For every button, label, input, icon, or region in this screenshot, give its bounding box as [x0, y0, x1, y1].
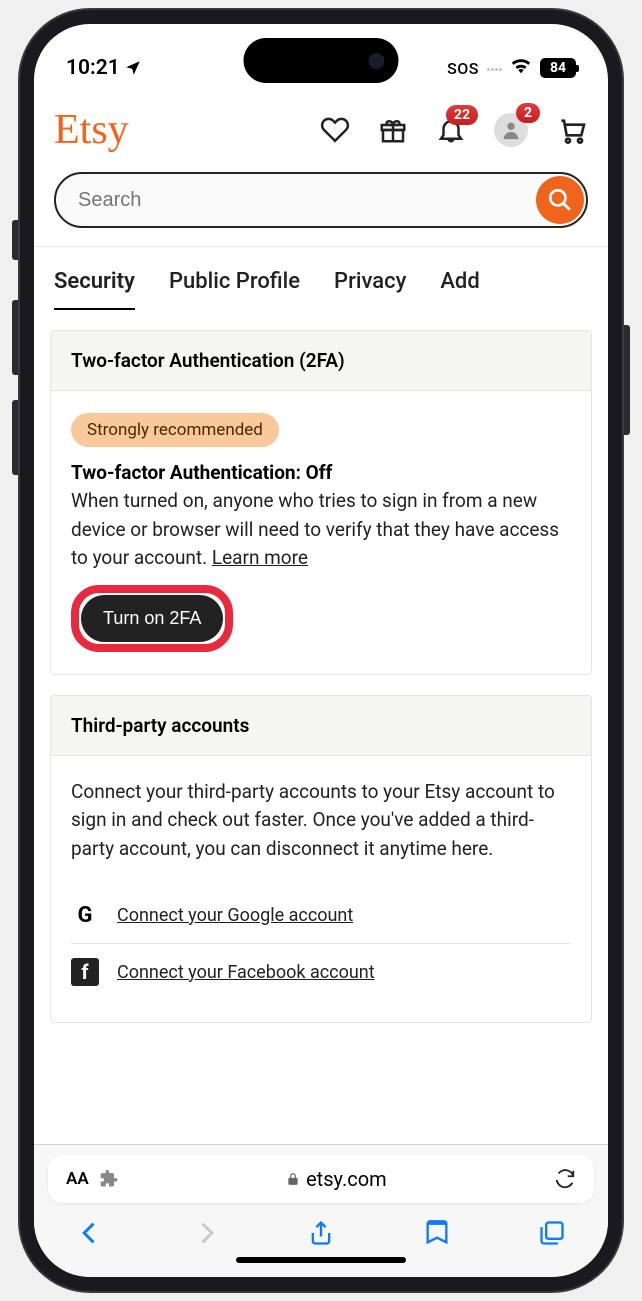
phone-frame: 10:21 SOS 84 Etsy — [20, 10, 622, 1291]
cart-button[interactable] — [556, 114, 588, 146]
connect-google-link[interactable]: Connect your Google account — [117, 905, 353, 926]
connect-facebook-link[interactable]: Connect your Facebook account — [117, 962, 375, 983]
tab-privacy[interactable]: Privacy — [334, 269, 406, 310]
settings-tabs: Security Public Profile Privacy Add — [34, 247, 608, 310]
search-button[interactable] — [536, 176, 584, 224]
notifications-badge: 22 — [446, 105, 478, 125]
content-area: Security Public Profile Privacy Add Two-… — [34, 246, 608, 1144]
bookmarks-button[interactable] — [423, 1219, 451, 1247]
connect-google-row[interactable]: G Connect your Google account — [71, 887, 571, 943]
recommended-pill: Strongly recommended — [71, 413, 279, 447]
search-input[interactable] — [54, 172, 588, 228]
tabs-button[interactable] — [538, 1219, 566, 1247]
turn-on-2fa-button[interactable]: Turn on 2FA — [81, 595, 223, 642]
search-icon — [547, 187, 573, 213]
gift-button[interactable] — [378, 115, 408, 145]
app-header: Etsy 22 2 — [34, 94, 608, 236]
extension-icon[interactable] — [99, 1169, 119, 1189]
reload-icon[interactable] — [554, 1168, 576, 1190]
back-button[interactable] — [76, 1219, 104, 1247]
safari-chrome: AA etsy.com — [34, 1144, 608, 1277]
account-button[interactable]: 2 — [494, 113, 528, 147]
location-icon — [124, 59, 142, 77]
cart-icon — [556, 114, 588, 146]
account-badge: 2 — [516, 103, 540, 123]
gift-icon — [378, 115, 408, 145]
facebook-icon: f — [71, 958, 99, 986]
url-domain: etsy.com — [306, 1167, 387, 1191]
status-time: 10:21 — [66, 56, 120, 80]
third-party-card: Third-party accounts Connect your third-… — [50, 695, 592, 1024]
url-bar[interactable]: AA etsy.com — [48, 1155, 594, 1203]
tab-security[interactable]: Security — [54, 269, 135, 310]
share-button[interactable] — [307, 1219, 335, 1247]
dynamic-island — [244, 38, 399, 83]
sos-indicator: SOS — [447, 59, 479, 78]
google-icon: G — [71, 901, 99, 929]
favorites-button[interactable] — [320, 115, 350, 145]
two-factor-header: Two-factor Authentication (2FA) — [51, 331, 591, 391]
heart-icon — [320, 115, 350, 145]
tab-addresses[interactable]: Add — [440, 269, 479, 310]
two-factor-card: Two-factor Authentication (2FA) Strongly… — [50, 330, 592, 675]
battery-icon: 84 — [540, 58, 576, 78]
screen: 10:21 SOS 84 Etsy — [34, 24, 608, 1277]
safari-toolbar — [48, 1203, 594, 1251]
two-factor-status: Two-factor Authentication: Off — [71, 461, 571, 484]
reader-button[interactable]: AA — [66, 1169, 89, 1189]
connect-facebook-row[interactable]: f Connect your Facebook account — [71, 943, 571, 1000]
home-indicator[interactable] — [236, 1257, 406, 1263]
annotation-highlight: Turn on 2FA — [71, 585, 233, 652]
signal-dots-icon — [487, 68, 502, 71]
two-factor-description: When turned on, anyone who tries to sign… — [71, 487, 571, 573]
third-party-description: Connect your third-party accounts to you… — [71, 778, 571, 864]
third-party-header: Third-party accounts — [51, 696, 591, 756]
tab-public-profile[interactable]: Public Profile — [169, 269, 300, 310]
notifications-button[interactable]: 22 — [436, 115, 466, 145]
wifi-icon — [510, 56, 532, 80]
etsy-logo[interactable]: Etsy — [54, 106, 129, 154]
learn-more-link[interactable]: Learn more — [212, 546, 308, 569]
forward-button[interactable] — [192, 1219, 220, 1247]
lock-icon — [286, 1172, 300, 1186]
